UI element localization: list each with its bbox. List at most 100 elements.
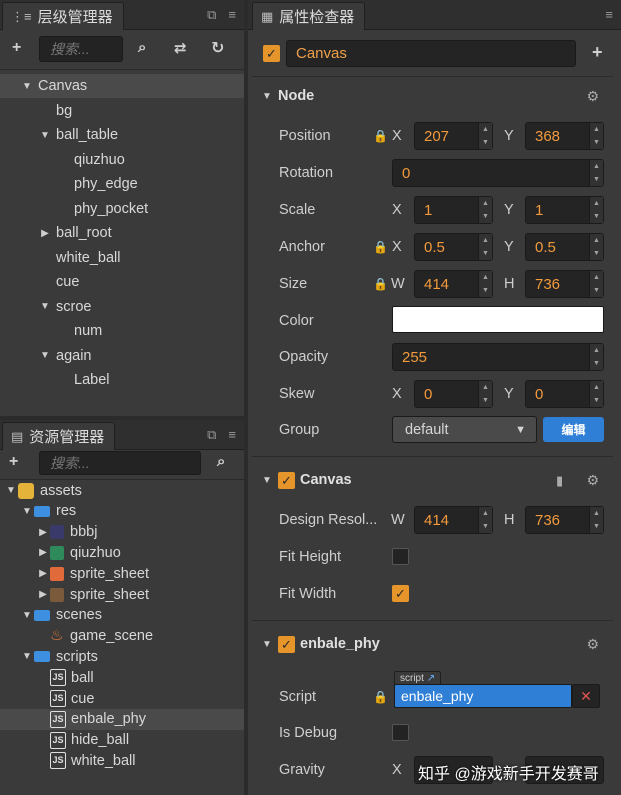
menu-icon[interactable]: ≡ xyxy=(228,427,236,443)
asset-item[interactable]: ▼ scripts xyxy=(0,646,244,667)
expand-arrow-icon[interactable]: ▼ xyxy=(20,651,34,662)
asset-item[interactable]: ▶ sprite_sheet xyxy=(0,584,244,605)
collapse-arrow-icon[interactable]: ▶ xyxy=(36,589,50,600)
menu-icon[interactable]: ≡ xyxy=(605,7,613,22)
clear-script-button[interactable]: ✕ xyxy=(572,684,600,708)
hierarchy-node[interactable]: ▼ scroe xyxy=(0,295,244,319)
hierarchy-search-input[interactable]: 搜索... xyxy=(39,36,123,62)
anchor-y-input[interactable]: 0.5 ▲ ▼ xyxy=(525,233,604,261)
hierarchy-node[interactable]: phy_edge xyxy=(0,172,244,196)
node-active-toggle[interactable]: ✓ xyxy=(263,45,280,62)
stepper-icon[interactable]: ▲ ▼ xyxy=(478,271,492,297)
scale-x-input[interactable]: 1 ▲ ▼ xyxy=(414,196,493,224)
menu-icon[interactable]: ≡ xyxy=(228,7,236,23)
expand-arrow-icon[interactable]: ▼ xyxy=(20,81,34,92)
expand-arrow-icon[interactable]: ▼ xyxy=(20,506,34,517)
asset-item[interactable]: JS white_ball xyxy=(0,750,244,771)
position-x-input[interactable]: 207 ▲ ▼ xyxy=(414,122,493,150)
add-component-button[interactable]: + xyxy=(592,42,603,63)
design-h-input[interactable]: 736 ▲ ▼ xyxy=(525,506,604,534)
collapse-arrow-icon[interactable]: ▶ xyxy=(36,547,50,558)
position-y-input[interactable]: 368 ▲ ▼ xyxy=(525,122,604,150)
expand-arrow-icon[interactable]: ▼ xyxy=(38,350,52,361)
hierarchy-node[interactable]: bg xyxy=(0,99,244,123)
hierarchy-node[interactable]: ▼ again xyxy=(0,344,244,368)
phy-section-header[interactable]: ▼ ✓ enbale_phy xyxy=(260,630,603,658)
lock-icon[interactable]: 🔒 xyxy=(373,277,388,291)
fit-width-checkbox[interactable]: ✓ xyxy=(392,585,409,602)
skew-x-input[interactable]: 0 ▲ ▼ xyxy=(414,380,493,408)
hierarchy-node[interactable]: white_ball xyxy=(0,246,244,270)
node-section-header[interactable]: ▼ Node xyxy=(260,82,603,110)
expand-arrow-icon[interactable]: ▼ xyxy=(20,610,34,621)
gear-icon[interactable]: ⚙ xyxy=(586,88,599,105)
size-w-input[interactable]: 414 ▲ ▼ xyxy=(414,270,493,298)
stepper-icon[interactable]: ▲ ▼ xyxy=(478,507,492,533)
hierarchy-node[interactable]: num xyxy=(0,319,244,343)
gear-icon[interactable]: ⚙ xyxy=(586,472,599,489)
stepper-icon[interactable]: ▲ ▼ xyxy=(589,160,603,186)
scale-y-input[interactable]: 1 ▲ ▼ xyxy=(525,196,604,224)
stepper-icon[interactable]: ▲ ▼ xyxy=(478,123,492,149)
canvas-section-header[interactable]: ▼ ✓ Canvas xyxy=(260,466,603,494)
node-name-input[interactable]: Canvas xyxy=(286,40,576,67)
stepper-icon[interactable]: ▲ ▼ xyxy=(589,344,603,370)
expand-arrow-icon[interactable]: ▼ xyxy=(4,485,18,496)
collapse-arrow-icon[interactable]: ▶ xyxy=(38,228,52,239)
opacity-input[interactable]: 255 ▲ ▼ xyxy=(392,343,604,371)
asset-item[interactable]: ▼ scenes xyxy=(0,605,244,626)
book-icon[interactable]: ▮ xyxy=(556,473,563,489)
asset-item[interactable]: JS enbale_phy xyxy=(0,708,244,730)
edit-group-button[interactable]: 编辑 xyxy=(543,417,604,442)
canvas-enabled-checkbox[interactable]: ✓ xyxy=(278,471,295,489)
search-icon[interactable]: ⌕ xyxy=(138,39,146,56)
skew-y-input[interactable]: 0 ▲ ▼ xyxy=(525,380,604,408)
search-icon[interactable]: ⌕ xyxy=(217,453,225,470)
asset-item[interactable]: ▶ qiuzhuo xyxy=(0,542,244,563)
expand-arrow-icon[interactable]: ▼ xyxy=(38,301,52,312)
asset-item[interactable]: ▶ sprite_sheet xyxy=(0,563,244,584)
group-select[interactable]: default ▼ xyxy=(392,416,537,443)
expand-arrow-icon[interactable]: ▼ xyxy=(38,130,52,141)
asset-item[interactable]: JS hide_ball xyxy=(0,730,244,751)
stepper-icon[interactable]: ▲ ▼ xyxy=(589,271,603,297)
stepper-icon[interactable]: ▲ ▼ xyxy=(589,197,603,223)
lock-icon[interactable]: 🔒 xyxy=(373,690,388,704)
asset-item[interactable]: JS cue xyxy=(0,688,244,709)
asset-item[interactable]: ▶ bbbj xyxy=(0,522,244,543)
design-w-input[interactable]: 414 ▲ ▼ xyxy=(414,506,493,534)
size-h-input[interactable]: 736 ▲ ▼ xyxy=(525,270,604,298)
phy-enabled-checkbox[interactable]: ✓ xyxy=(278,635,295,653)
maximize-icon[interactable]: ⧉ xyxy=(207,427,216,443)
asset-item[interactable]: JS ball xyxy=(0,667,244,688)
script-field[interactable]: enbale_phy xyxy=(394,684,572,708)
hierarchy-node[interactable]: ▼ ball_table xyxy=(0,123,244,147)
lock-icon[interactable]: 🔒 xyxy=(373,129,388,143)
hierarchy-node[interactable]: cue xyxy=(0,270,244,294)
fit-height-checkbox[interactable] xyxy=(392,548,409,565)
external-link-icon[interactable]: ↗ xyxy=(427,673,435,684)
hierarchy-tab[interactable]: ⋮≡ 层级管理器 xyxy=(2,2,124,30)
lock-icon[interactable]: 🔒 xyxy=(373,240,388,254)
hierarchy-node[interactable]: ▶ ball_root xyxy=(0,221,244,245)
hierarchy-node[interactable]: qiuzhuo xyxy=(0,148,244,172)
hierarchy-node[interactable]: Label xyxy=(0,368,244,392)
maximize-icon[interactable]: ⧉ xyxy=(207,7,216,23)
stepper-icon[interactable]: ▲ ▼ xyxy=(589,234,603,260)
inspector-tab[interactable]: ▦ 属性检查器 xyxy=(252,2,366,30)
asset-item[interactable]: ▼ res xyxy=(0,501,244,522)
collapse-arrow-icon[interactable]: ▶ xyxy=(36,568,50,579)
refresh-icon[interactable]: ↻ xyxy=(211,38,224,58)
stepper-icon[interactable]: ▲ ▼ xyxy=(478,234,492,260)
collapse-arrow-icon[interactable]: ▶ xyxy=(36,527,50,538)
add-node-button[interactable]: + xyxy=(12,39,21,57)
stepper-icon[interactable]: ▲ ▼ xyxy=(589,381,603,407)
stepper-icon[interactable]: ▲ ▼ xyxy=(478,381,492,407)
assets-search-input[interactable]: 搜索... xyxy=(39,451,201,475)
add-asset-button[interactable]: + xyxy=(9,453,18,471)
stepper-icon[interactable]: ▲ ▼ xyxy=(589,123,603,149)
gear-icon[interactable]: ⚙ xyxy=(586,636,599,653)
stepper-icon[interactable]: ▲ ▼ xyxy=(589,507,603,533)
swap-icon[interactable]: ⇄ xyxy=(174,39,187,57)
assets-tab[interactable]: ▤ 资源管理器 xyxy=(2,422,116,450)
